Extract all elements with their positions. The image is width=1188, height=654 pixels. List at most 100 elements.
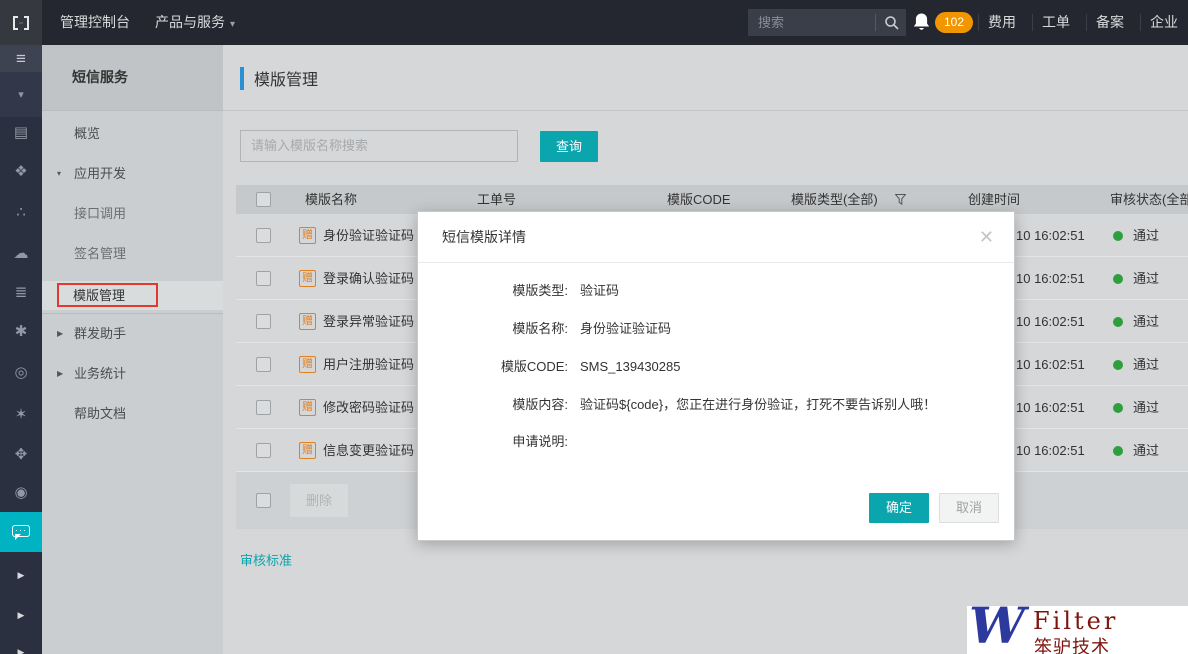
row-checkbox[interactable] xyxy=(256,271,271,286)
cloud-icon[interactable]: ☁ xyxy=(0,241,42,267)
modal-title: 短信模版详情 xyxy=(442,212,526,262)
status-label: 通过 xyxy=(1133,343,1159,386)
layers-icon[interactable]: ≣ xyxy=(0,280,42,306)
cancel-button[interactable]: 取消 xyxy=(939,493,999,523)
topbar-divider xyxy=(1086,14,1087,31)
template-name-link[interactable]: 修改密码验证码 xyxy=(323,386,414,429)
status-label: 通过 xyxy=(1133,214,1159,257)
menu-console[interactable]: 管理控制台 xyxy=(60,0,130,45)
column-template-name: 模版名称 xyxy=(305,185,357,214)
notification-count-badge[interactable]: 102 xyxy=(935,12,973,33)
aliyun-logo-icon xyxy=(9,12,33,34)
field-value-name: 身份验证验证码 xyxy=(580,318,671,340)
column-status[interactable]: 审核状态(全部 xyxy=(1110,185,1188,214)
template-name-link[interactable]: 登录异常验证码 xyxy=(323,300,414,343)
gift-badge: 赠 xyxy=(299,442,316,459)
console-screen: 管理控制台 产品与服务▾ 搜索 102 费用 工单 备案 企业 ≡ ▾ ▤ ❖ xyxy=(0,0,1188,654)
sidebar-item-app-dev[interactable]: ▾应用开发 xyxy=(42,161,223,187)
created-time: 10 16:02:51 xyxy=(1016,386,1085,429)
product-icon-rail: ≡ ▾ ▤ ❖ ∴ ☁ ≣ ✱ ◎ ✶ ✥ ◉ ··· ▶ ▶ ▶ xyxy=(0,45,42,654)
gift-badge: 赠 xyxy=(299,313,316,330)
chat-bubble-icon: ··· xyxy=(12,525,30,537)
watermark-subtitle: 笨驴技术 xyxy=(1034,633,1110,654)
link-icp[interactable]: 备案 xyxy=(1096,0,1124,45)
row-checkbox[interactable] xyxy=(256,443,271,458)
row-checkbox[interactable] xyxy=(256,228,271,243)
created-time: 10 16:02:51 xyxy=(1016,300,1085,343)
status-label: 通过 xyxy=(1133,300,1159,343)
link-ticket[interactable]: 工单 xyxy=(1042,0,1070,45)
sidebar-title-bar: 短信服务 xyxy=(42,45,223,110)
sidebar-item-signature[interactable]: 签名管理 xyxy=(42,241,223,267)
sidebar-item-help[interactable]: 帮助文档 xyxy=(42,401,223,427)
column-template-type[interactable]: 模版类型(全部) xyxy=(791,185,878,214)
created-time: 10 16:02:51 xyxy=(1016,429,1085,472)
select-all-checkbox[interactable] xyxy=(256,192,271,207)
search-icon[interactable] xyxy=(884,15,899,30)
query-button[interactable]: 查询 xyxy=(540,131,598,162)
template-name-link[interactable]: 信息变更验证码 xyxy=(323,429,414,472)
menu-products[interactable]: 产品与服务▾ xyxy=(155,0,235,45)
status-pass-dot xyxy=(1113,446,1123,456)
watermark-w-letter: W xyxy=(969,596,1025,654)
template-name-link[interactable]: 身份验证验证码 xyxy=(323,214,414,257)
search-divider xyxy=(875,14,876,31)
topbar-divider xyxy=(978,14,979,31)
link-billing[interactable]: 费用 xyxy=(988,0,1016,45)
column-template-code: 模版CODE xyxy=(667,185,731,214)
link-enterprise[interactable]: 企业 xyxy=(1150,0,1178,45)
field-value-content: 验证码${code}，您正在进行身份验证，打死不要告诉别人哦！ xyxy=(580,394,936,416)
status-pass-dot xyxy=(1113,360,1123,370)
close-icon[interactable]: ✕ xyxy=(979,212,994,262)
topbar-divider xyxy=(1140,14,1141,31)
created-time: 10 16:02:51 xyxy=(1016,257,1085,300)
collapse-caret-icon[interactable]: ▾ xyxy=(0,82,42,108)
delete-button[interactable]: 删除 xyxy=(290,484,348,517)
gear-icon[interactable]: ✱ xyxy=(0,319,42,345)
servers-icon[interactable]: ▤ xyxy=(0,120,42,146)
chart-icon[interactable]: ✥ xyxy=(0,442,42,468)
field-label-name: 模版名称: xyxy=(442,318,568,340)
template-name-link[interactable]: 登录确认验证码 xyxy=(323,257,414,300)
created-time: 10 16:02:51 xyxy=(1016,214,1085,257)
eye-icon[interactable]: ◉ xyxy=(0,480,42,506)
expand-arrow-icon[interactable]: ▶ xyxy=(0,562,42,588)
confirm-button[interactable]: 确定 xyxy=(869,493,929,523)
star-network-icon[interactable]: ✶ xyxy=(0,402,42,428)
sidebar-item-stats[interactable]: ▶业务统计 xyxy=(42,361,223,387)
column-created: 创建时间 xyxy=(968,185,1020,214)
template-name-link[interactable]: 用户注册验证码 xyxy=(323,343,414,386)
row-checkbox[interactable] xyxy=(256,314,271,329)
global-search-input[interactable]: 搜索 xyxy=(748,9,906,36)
target-icon[interactable]: ◎ xyxy=(0,360,42,386)
sidebar-item-template[interactable]: 模版管理 xyxy=(57,283,158,307)
sidebar-item-api-call[interactable]: 接口调用 xyxy=(42,201,223,227)
status-pass-dot xyxy=(1113,231,1123,241)
field-label-note: 申请说明: xyxy=(442,431,568,453)
sidebar-item-mass-send[interactable]: ▶群发助手 xyxy=(42,321,223,347)
field-label-code: 模版CODE: xyxy=(442,356,568,378)
shield-icon[interactable]: ❖ xyxy=(0,159,42,185)
row-checkbox[interactable] xyxy=(256,357,271,372)
watermark-brand: Filter xyxy=(1033,607,1118,635)
share-nodes-icon[interactable]: ∴ xyxy=(0,200,42,226)
hamburger-icon[interactable]: ≡ xyxy=(0,46,42,72)
notification-bell-icon[interactable] xyxy=(913,13,930,32)
sidebar-item-overview[interactable]: 概览 xyxy=(42,121,223,147)
created-time: 10 16:02:51 xyxy=(1016,343,1085,386)
page-title-accent-bar xyxy=(240,67,244,90)
field-value-code: SMS_139430285 xyxy=(580,356,680,378)
filter-funnel-icon[interactable] xyxy=(895,194,906,205)
review-standard-link[interactable]: 审核标准 xyxy=(240,550,292,569)
header-divider xyxy=(223,110,1188,111)
sms-service-rail-item[interactable]: ··· xyxy=(0,512,42,552)
row-checkbox[interactable] xyxy=(256,400,271,415)
template-search-input[interactable]: 请输入模版名称搜索 xyxy=(240,130,518,162)
topbar-divider xyxy=(1032,14,1033,31)
expand-arrow-icon[interactable]: ▶ xyxy=(0,639,42,654)
status-pass-dot xyxy=(1113,274,1123,284)
footer-checkbox[interactable] xyxy=(256,493,271,508)
sms-template-detail-modal: 短信模版详情 ✕ 模版类型: 验证码 模版名称: 身份验证验证码 模版CODE:… xyxy=(417,211,1015,541)
expand-arrow-icon[interactable]: ▶ xyxy=(0,602,42,628)
aliyun-logo[interactable] xyxy=(0,0,42,45)
